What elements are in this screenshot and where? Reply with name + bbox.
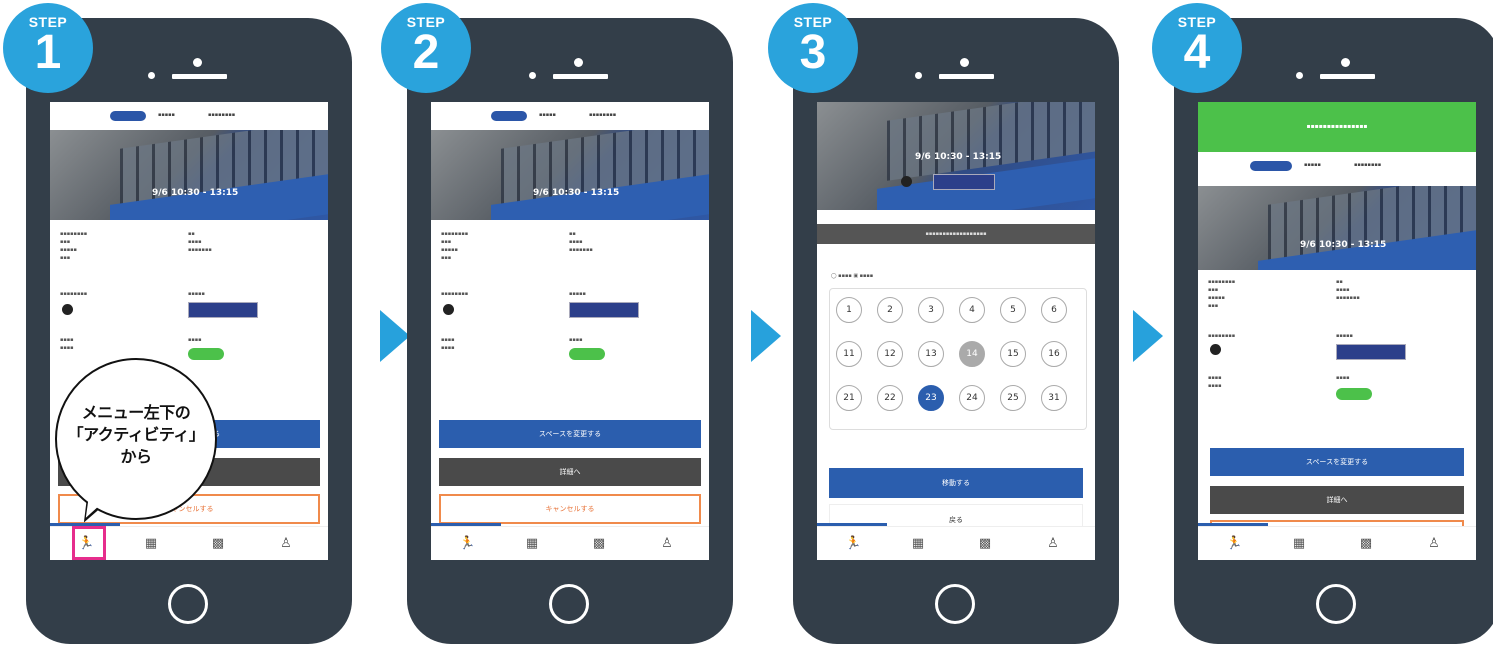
- tabs: ▪▪▪▪▪ ▪▪▪▪▪▪▪▪: [431, 102, 709, 130]
- calendar-day-selected[interactable]: 23: [918, 385, 944, 411]
- change-space-button[interactable]: スペースを変更する: [1210, 448, 1464, 476]
- callout-line-2: 「アクティビティ」: [67, 425, 205, 444]
- arrow-right-icon: [1133, 310, 1163, 362]
- grid-icon[interactable]: ▩: [1358, 536, 1374, 552]
- activity-icon[interactable]: 🏃: [1226, 536, 1242, 552]
- grid-icon[interactable]: ▩: [977, 536, 993, 552]
- calendar-icon[interactable]: ▦: [1291, 536, 1307, 552]
- callout-text: メニュー左下の 「アクティビティ」 から: [55, 402, 217, 468]
- calendar-day[interactable]: 22: [877, 385, 903, 411]
- grid-icon[interactable]: ▩: [591, 536, 607, 552]
- phone-step-4: ▪▪▪▪▪▪▪▪▪▪▪▪▪▪▪ ▪▪▪▪▪ ▪▪▪▪▪▪▪▪ 9/6 10:30…: [1174, 18, 1493, 644]
- speaker-icon: [529, 58, 611, 90]
- calendar-day[interactable]: 5: [1000, 297, 1026, 323]
- grid-icon[interactable]: ▩: [210, 536, 226, 552]
- app-screen-4: ▪▪▪▪▪▪▪▪▪▪▪▪▪▪▪ ▪▪▪▪▪ ▪▪▪▪▪▪▪▪ 9/6 10:30…: [1198, 102, 1476, 560]
- step-badge-3: STEP 3: [768, 3, 858, 93]
- home-button[interactable]: [168, 584, 208, 624]
- phone-step-3: 9/6 10:30 - 13:15 ▪▪▪▪▪▪▪▪▪▪▪▪▪▪▪▪▪▪ ◯ ▪…: [793, 18, 1119, 644]
- hero-image: 9/6 10:30 - 13:15: [431, 130, 709, 220]
- profile-icon[interactable]: ♙: [1045, 536, 1061, 552]
- callout-line-1: メニュー左下の: [81, 403, 191, 422]
- app-screen-3: 9/6 10:30 - 13:15 ▪▪▪▪▪▪▪▪▪▪▪▪▪▪▪▪▪▪ ◯ ▪…: [817, 102, 1095, 560]
- arrow-right-icon: [380, 310, 410, 362]
- step-badge-4: STEP 4: [1152, 3, 1242, 93]
- tabs: ▪▪▪▪▪ ▪▪▪▪▪▪▪▪: [50, 102, 328, 130]
- booking-info: ▪▪▪▪▪▪▪▪ ▪▪▪ ▪▪▪▪▪ ▪▪▪ ▪▪ ▪▪▪▪ ▪▪▪▪▪▪▪ ▪▪▪▪▪▪…: [1198, 270, 1476, 430]
- calendar-day[interactable]: 4: [959, 297, 985, 323]
- arrow-right-icon: [751, 310, 781, 362]
- speaker-icon: [915, 58, 997, 90]
- speaker-icon: [148, 58, 230, 90]
- profile-icon[interactable]: ♙: [1426, 536, 1442, 552]
- activity-icon[interactable]: 🏃: [459, 536, 475, 552]
- calendar-icon[interactable]: ▦: [910, 536, 926, 552]
- calendar-day[interactable]: 24: [959, 385, 985, 411]
- hero-time: 9/6 10:30 - 13:15: [1300, 240, 1387, 250]
- step-number: 4: [1183, 26, 1211, 79]
- cancel-button[interactable]: キャンセルする: [439, 494, 701, 524]
- hero-image: 9/6 10:30 - 13:15: [50, 130, 328, 220]
- hero-time: 9/6 10:30 - 13:15: [533, 188, 620, 198]
- calendar-day[interactable]: 12: [877, 341, 903, 367]
- activity-icon[interactable]: 🏃: [845, 536, 861, 552]
- step-number: 3: [799, 26, 827, 79]
- phone-step-2: ▪▪▪▪▪ ▪▪▪▪▪▪▪▪ 9/6 10:30 - 13:15 ▪▪▪▪▪▪▪…: [407, 18, 733, 644]
- hero-image: 9/6 10:30 - 13:15: [1198, 186, 1476, 270]
- calendar-day[interactable]: 15: [1000, 341, 1026, 367]
- steps-diagram: ▪▪▪▪▪ ▪▪▪▪▪▪▪▪ 9/6 10:30 - 13:15 ▪▪▪▪▪▪▪…: [0, 0, 1493, 648]
- step-number: 1: [34, 26, 62, 79]
- highlight-box: [72, 526, 106, 560]
- calendar-day[interactable]: 3: [918, 297, 944, 323]
- detail-button[interactable]: 詳細へ: [1210, 486, 1464, 514]
- hero-time: 9/6 10:30 - 13:15: [915, 152, 1002, 162]
- calendar-day-today[interactable]: 14: [959, 341, 985, 367]
- app-screen-2: ▪▪▪▪▪ ▪▪▪▪▪▪▪▪ 9/6 10:30 - 13:15 ▪▪▪▪▪▪▪…: [431, 102, 709, 560]
- calendar-day[interactable]: 25: [1000, 385, 1026, 411]
- calendar-day[interactable]: 13: [918, 341, 944, 367]
- hero-image: 9/6 10:30 - 13:15: [817, 102, 1095, 210]
- step-badge-1: STEP 1: [3, 3, 93, 93]
- calendar-day[interactable]: 2: [877, 297, 903, 323]
- calendar-icon[interactable]: ▦: [524, 536, 540, 552]
- step-badge-2: STEP 2: [381, 3, 471, 93]
- change-space-button[interactable]: スペースを変更する: [439, 420, 701, 448]
- calendar: 1 2 3 4 5 6 11 12 13 14 15 16 21 22 23 2…: [829, 288, 1087, 430]
- calendar-day[interactable]: 6: [1041, 297, 1067, 323]
- bottom-nav: 🏃 ▦ ▩ ♙: [817, 526, 1095, 560]
- calendar-icon[interactable]: ▦: [143, 536, 159, 552]
- calendar-day[interactable]: 11: [836, 341, 862, 367]
- profile-icon[interactable]: ♙: [659, 536, 675, 552]
- calendar-day[interactable]: 1: [836, 297, 862, 323]
- hero-time: 9/6 10:30 - 13:15: [152, 188, 239, 198]
- callout-line-3: から: [120, 447, 152, 466]
- success-banner: ▪▪▪▪▪▪▪▪▪▪▪▪▪▪▪: [1198, 102, 1476, 152]
- home-button[interactable]: [1316, 584, 1356, 624]
- calendar-day[interactable]: 16: [1041, 341, 1067, 367]
- detail-button[interactable]: 詳細へ: [439, 458, 701, 486]
- confirm-button[interactable]: 移動する: [829, 468, 1083, 498]
- instruction-bar: ▪▪▪▪▪▪▪▪▪▪▪▪▪▪▪▪▪▪: [817, 224, 1095, 244]
- profile-icon[interactable]: ♙: [278, 536, 294, 552]
- calendar-day[interactable]: 21: [836, 385, 862, 411]
- bottom-nav: 🏃 ▦ ▩ ♙: [431, 526, 709, 560]
- speaker-icon: [1296, 58, 1378, 90]
- booking-info: ▪▪▪▪▪▪▪▪ ▪▪▪ ▪▪▪▪▪ ▪▪▪ ▪▪ ▪▪▪▪ ▪▪▪▪▪▪▪ ▪▪▪▪▪▪…: [431, 220, 709, 450]
- bottom-nav: 🏃 ▦ ▩ ♙: [1198, 526, 1476, 560]
- home-button[interactable]: [549, 584, 589, 624]
- step-number: 2: [412, 26, 440, 79]
- tabs: ▪▪▪▪▪ ▪▪▪▪▪▪▪▪: [1198, 152, 1476, 180]
- calendar-day[interactable]: 31: [1041, 385, 1067, 411]
- home-button[interactable]: [935, 584, 975, 624]
